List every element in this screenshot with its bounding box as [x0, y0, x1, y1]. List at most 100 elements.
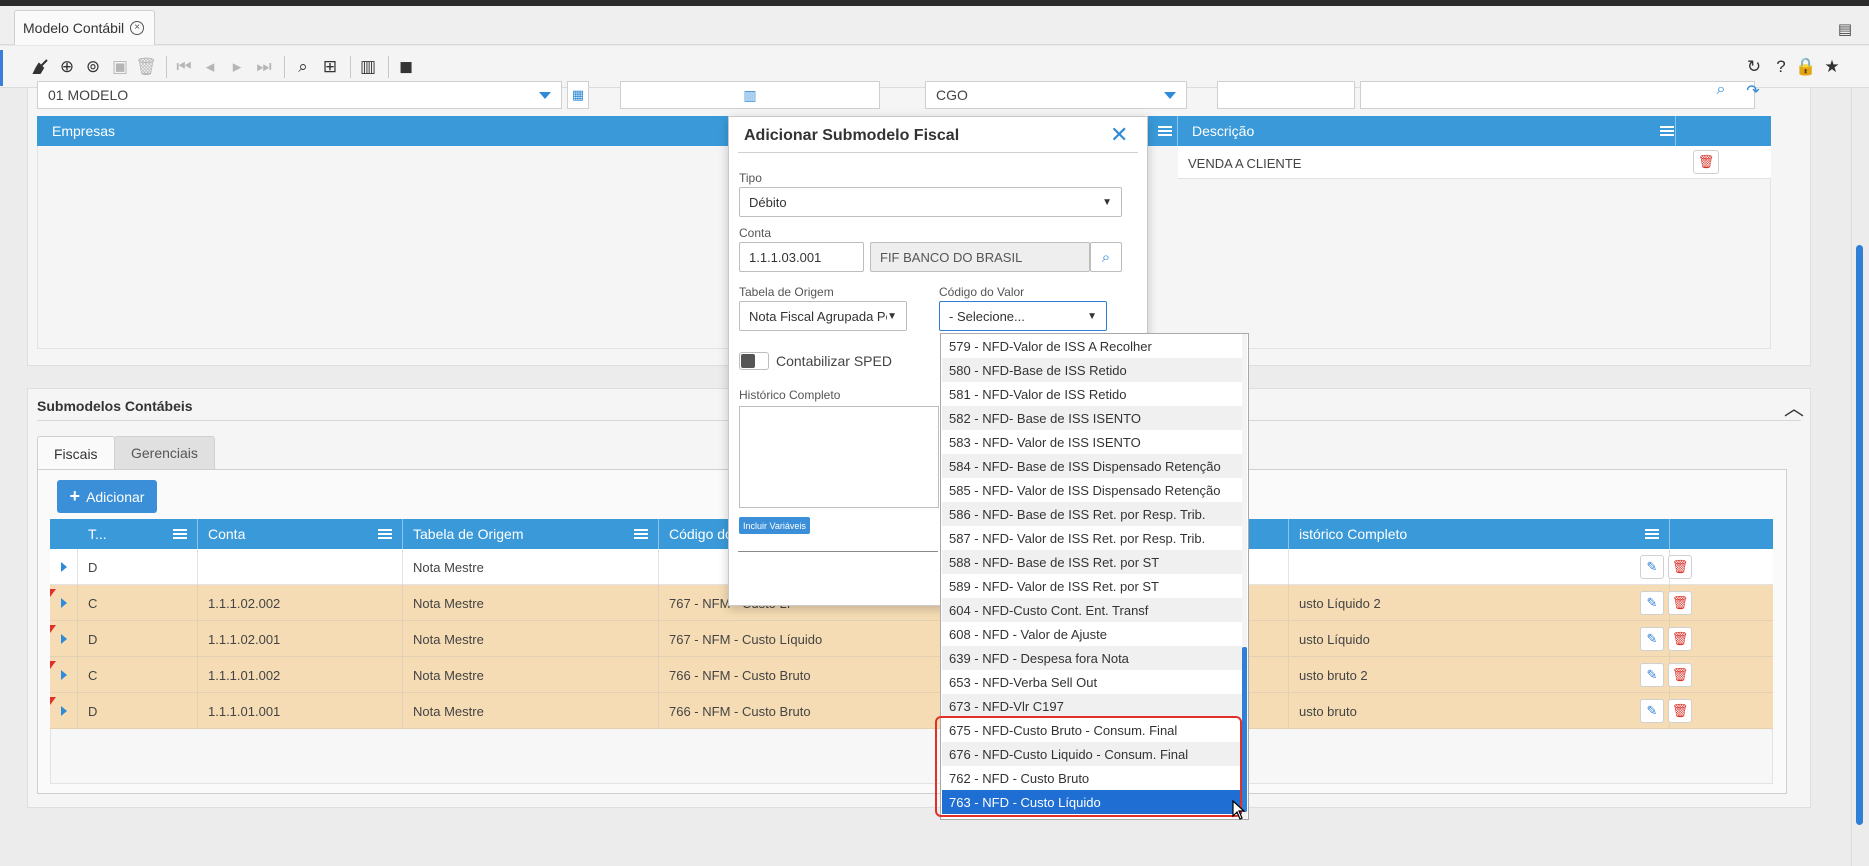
plus-icon: + [69, 486, 81, 506]
historico-textarea[interactable] [739, 406, 939, 508]
star-icon[interactable]: ★ [1820, 52, 1844, 82]
broom-icon[interactable] [28, 52, 52, 82]
edit-icon[interactable]: ✎ [1640, 699, 1664, 723]
search-icon[interactable]: ⌕ [1090, 242, 1122, 272]
save-icon[interactable]: ▣ [108, 52, 132, 82]
col-conta: Conta [198, 519, 403, 549]
column-menu-icon[interactable] [634, 529, 648, 539]
list-item[interactable]: 580 - NFD-Base de ISS Retido [942, 358, 1243, 382]
col-historico: istórico Completo [1289, 519, 1670, 549]
col-descricao: Descrição [1192, 123, 1255, 139]
delete-button[interactable]: 🗑 [1668, 627, 1692, 651]
table-row[interactable]: D 1.1.1.01.001 Nota Mestre 766 - NFM - C… [50, 693, 1773, 729]
delete-button[interactable]: 🗑 [1693, 150, 1719, 174]
chevron-down-icon: ▼ [1087, 310, 1097, 322]
page-scrollbar-thumb[interactable] [1856, 245, 1863, 825]
search-icon[interactable]: ⌕ [291, 52, 315, 82]
expand-icon[interactable] [60, 634, 67, 644]
conta-input[interactable]: 1.1.1.03.001 [739, 242, 864, 272]
list-item[interactable]: 587 - NFD- Valor de ISS Ret. por Resp. T… [942, 526, 1243, 550]
list-item[interactable]: 582 - NFD- Base de ISS ISENTO [942, 406, 1243, 430]
lock-icon[interactable]: 🔒 [1794, 52, 1818, 82]
expand-icon[interactable] [60, 706, 67, 716]
list-item[interactable]: 673 - NFD-Vlr C197 [942, 694, 1243, 718]
column-menu-icon[interactable] [173, 529, 187, 539]
next-icon[interactable]: ▸ [225, 52, 249, 82]
tab-modelo-contabil[interactable]: Modelo Contábil × [14, 10, 156, 45]
edit-icon[interactable]: ✎ [1640, 663, 1664, 687]
delete-button[interactable]: 🗑 [1668, 555, 1692, 579]
delete-button[interactable]: 🗑 [1668, 663, 1692, 687]
code-input[interactable] [1217, 81, 1355, 109]
search-icon[interactable]: ⌕ [1710, 81, 1732, 107]
list-item[interactable]: 581 - NFD-Valor de ISS Retido [942, 382, 1243, 406]
list-item[interactable]: 639 - NFD - Despesa fora Nota [942, 646, 1243, 670]
codigo-select[interactable]: - Selecione... ▼ [939, 301, 1107, 331]
column-menu-icon[interactable] [1660, 126, 1674, 136]
tipo-select[interactable]: Débito ▼ [739, 187, 1122, 217]
list-item[interactable]: 604 - NFD-Custo Cont. Ent. Transf [942, 598, 1243, 622]
tab-gerenciais[interactable]: Gerenciais [114, 436, 215, 469]
dialog-title: Adicionar Submodelo Fiscal [744, 127, 960, 144]
report-icon[interactable]: ▥ [356, 52, 380, 82]
list-item[interactable]: 585 - NFD- Valor de ISS Dispensado Reten… [942, 478, 1243, 502]
building-icon[interactable]: ▦ [567, 81, 589, 109]
edit-icon[interactable]: ✎ [1640, 591, 1664, 615]
copy-icon[interactable]: ⊚ [81, 52, 105, 82]
col-tipo: T... [78, 519, 198, 549]
last-icon[interactable]: ⏭ [252, 52, 276, 82]
redo-icon[interactable]: ↷ [1742, 81, 1764, 107]
close-icon[interactable]: ✕ [1110, 122, 1128, 148]
add-button[interactable]: + Adicionar [57, 480, 157, 513]
barcode-field[interactable]: ▥ [620, 81, 880, 109]
tabela-select[interactable]: Nota Fiscal Agrupada Po ▼ [739, 301, 907, 331]
modelo-value: 01 MODELO [48, 87, 129, 103]
layers-icon[interactable]: ◼ [394, 52, 418, 82]
list-item[interactable]: 589 - NFD- Valor de ISS Ret. por ST [942, 574, 1243, 598]
tab-strip [0, 6, 1869, 45]
grid-icon[interactable]: ⊞ [318, 52, 342, 82]
grid-empty-area [50, 729, 1773, 784]
include-variables-button[interactable]: Incluir Variáveis [739, 517, 810, 534]
sped-toggle[interactable] [739, 352, 769, 370]
prev-icon[interactable]: ◂ [198, 52, 222, 82]
help-icon[interactable]: ? [1769, 52, 1793, 82]
edit-icon[interactable]: ✎ [1640, 627, 1664, 651]
list-item[interactable]: 584 - NFD- Base de ISS Dispensado Retenç… [942, 454, 1243, 478]
tab-fiscais[interactable]: Fiscais [37, 436, 115, 470]
barcode-icon: ▥ [743, 86, 757, 103]
cgo-value: CGO [936, 87, 968, 103]
refresh-icon[interactable]: ↻ [1742, 52, 1766, 82]
column-menu-icon[interactable] [1158, 126, 1172, 136]
dropdown-scrollbar-thumb[interactable] [1242, 647, 1247, 812]
trash-icon[interactable]: 🗑 [134, 52, 158, 82]
tab-close-icon[interactable]: × [130, 21, 145, 35]
tipo-label: Tipo [739, 171, 762, 185]
description-input[interactable] [1360, 81, 1755, 109]
codigo-label: Código do Valor [939, 285, 1025, 299]
list-item[interactable]: 653 - NFD-Verba Sell Out [942, 670, 1243, 694]
chevron-up-icon[interactable]: ︿ [1784, 392, 1804, 421]
sped-label: Contabilizar SPED [776, 353, 892, 369]
delete-button[interactable]: 🗑 [1668, 591, 1692, 615]
list-item[interactable]: 579 - NFD-Valor de ISS A Recolher [942, 334, 1243, 358]
cgo-select[interactable]: CGO [925, 81, 1187, 109]
column-menu-icon[interactable] [378, 529, 392, 539]
list-item[interactable]: 608 - NFD - Valor de Ajuste [942, 622, 1243, 646]
edit-icon[interactable]: ✎ [1640, 555, 1664, 579]
modelo-select[interactable]: 01 MODELO [37, 81, 562, 109]
first-icon[interactable]: ⏮ [172, 52, 196, 82]
list-item[interactable]: 586 - NFD- Base de ISS Ret. por Resp. Tr… [942, 502, 1243, 526]
list-item[interactable]: 588 - NFD- Base de ISS Ret. por ST [942, 550, 1243, 574]
table-row[interactable]: C 1.1.1.01.002 Nota Mestre 766 - NFM - C… [50, 657, 1773, 693]
delete-button[interactable]: 🗑 [1668, 699, 1692, 723]
table-row[interactable]: D 1.1.1.02.001 Nota Mestre 767 - NFM - C… [50, 621, 1773, 657]
plus-circle-icon[interactable]: ⊕ [55, 52, 79, 82]
chevron-down-icon: ▼ [887, 310, 897, 322]
window-options-icon[interactable]: ▤ [1835, 20, 1855, 40]
list-item[interactable]: 583 - NFD- Valor de ISS ISENTO [942, 430, 1243, 454]
expand-icon[interactable] [60, 562, 67, 572]
expand-icon[interactable] [60, 670, 67, 680]
expand-icon[interactable] [60, 598, 67, 608]
column-menu-icon[interactable] [1645, 529, 1659, 539]
